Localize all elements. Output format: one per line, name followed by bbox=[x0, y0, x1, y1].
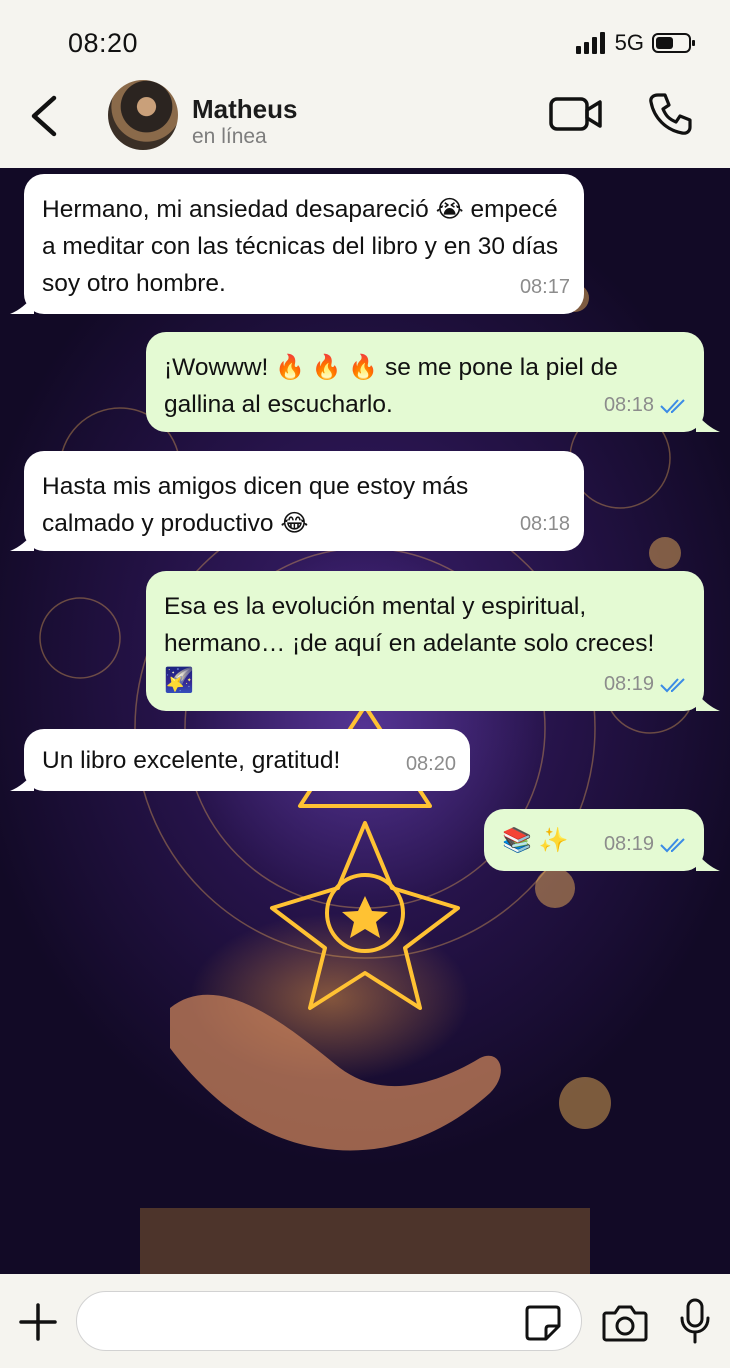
message-text: Un libro excelente, gratitud! bbox=[42, 747, 341, 774]
message-meta: 08:17 bbox=[520, 269, 570, 306]
microphone-icon[interactable] bbox=[678, 1298, 712, 1344]
double-check-icon bbox=[660, 398, 685, 413]
message-meta: 08:19 bbox=[604, 826, 690, 863]
chevron-left-icon[interactable] bbox=[26, 92, 66, 140]
chat-header: Matheus en línea bbox=[0, 78, 730, 168]
battery-icon bbox=[652, 33, 695, 53]
message-bubble-incoming[interactable]: Hasta mis amigos dicen que estoy más cal… bbox=[10, 451, 584, 551]
avatar[interactable] bbox=[108, 80, 178, 150]
double-check-icon bbox=[660, 837, 685, 852]
bubble-tail bbox=[10, 773, 34, 791]
sticker-icon[interactable] bbox=[524, 1304, 562, 1342]
message-text: Hermano, mi ansiedad desapareció bbox=[42, 196, 436, 223]
message-time: 08:19 bbox=[603, 673, 654, 695]
message-bubble-outgoing[interactable]: Esa es la evolución mental y espiritual,… bbox=[146, 571, 720, 711]
message-meta: 08:18 bbox=[604, 387, 690, 424]
message-time: 08:17 bbox=[519, 276, 570, 298]
contact-name[interactable]: Matheus bbox=[192, 94, 297, 125]
input-bar bbox=[0, 1274, 730, 1368]
message-text: ¡Wowww! bbox=[164, 354, 276, 381]
status-bar: 08:20 5G bbox=[0, 0, 730, 78]
message-bubble-incoming[interactable]: Hermano, mi ansiedad desapareció 😭 empec… bbox=[10, 174, 584, 314]
message-bubble-outgoing[interactable]: 📚 ✨ 08:19 bbox=[484, 809, 720, 871]
emoji: 🔥 🔥 🔥 bbox=[275, 354, 379, 381]
message-time: 08:20 bbox=[405, 753, 456, 775]
signal-icon bbox=[575, 32, 605, 54]
message-text: Esa es la evolución mental y espiritual,… bbox=[164, 593, 655, 657]
network-type: 5G bbox=[614, 30, 644, 55]
bubble-tail bbox=[696, 853, 720, 871]
bubble-tail bbox=[696, 693, 720, 711]
emoji: 🌠 bbox=[164, 667, 194, 694]
message-input[interactable] bbox=[76, 1291, 582, 1351]
camera-icon[interactable] bbox=[602, 1304, 648, 1342]
message-meta: 08:19 bbox=[604, 666, 690, 703]
bubble-tail bbox=[10, 533, 34, 551]
message-bubble-incoming[interactable]: Un libro excelente, gratitud! 08:20 bbox=[10, 729, 470, 791]
bubble-tail bbox=[10, 296, 34, 314]
bubble-tail bbox=[696, 414, 720, 432]
contact-status: en línea bbox=[192, 125, 267, 148]
emoji: 📚 ✨ bbox=[502, 827, 569, 854]
message-meta: 08:20 bbox=[406, 746, 456, 783]
message-text: Hasta mis amigos dicen que estoy más cal… bbox=[42, 473, 469, 537]
emoji: 😂 bbox=[280, 510, 309, 537]
message-time: 08:19 bbox=[603, 833, 654, 855]
video-call-icon[interactable] bbox=[548, 94, 604, 134]
message-time: 08:18 bbox=[519, 513, 570, 535]
status-icons: 5G bbox=[575, 30, 696, 56]
message-meta: 08:18 bbox=[520, 506, 570, 543]
emoji: 😭 bbox=[435, 196, 464, 223]
status-time: 08:20 bbox=[68, 28, 139, 58]
message-bubble-outgoing[interactable]: ¡Wowww! 🔥 🔥 🔥 se me pone la piel de gall… bbox=[146, 332, 720, 432]
plus-icon[interactable] bbox=[18, 1302, 58, 1342]
chat-area[interactable]: Hermano, mi ansiedad desapareció 😭 empec… bbox=[0, 168, 730, 1274]
double-check-icon bbox=[660, 677, 685, 692]
phone-icon[interactable] bbox=[646, 90, 694, 138]
message-time: 08:18 bbox=[603, 394, 654, 416]
